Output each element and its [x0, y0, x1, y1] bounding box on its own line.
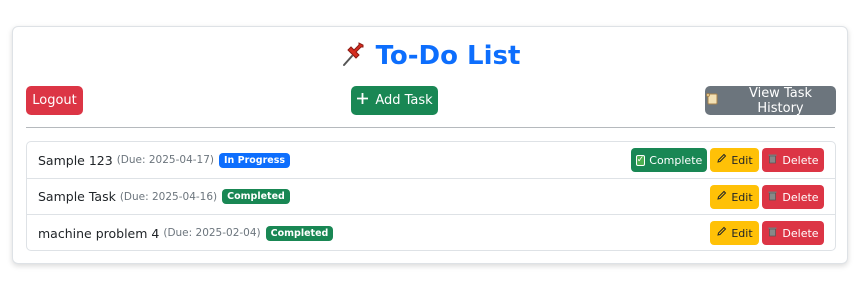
- task-actions: Edit Delete: [710, 221, 824, 245]
- trash-icon: [767, 190, 778, 204]
- status-badge: Completed: [222, 189, 290, 204]
- task-list: Sample 123 (Due: 2025-04-17) In Progress…: [26, 141, 836, 251]
- trash-icon: [767, 153, 778, 167]
- task-due-date: (Due: 2025-02-04): [163, 227, 261, 239]
- view-task-history-button[interactable]: View Task History: [705, 85, 836, 116]
- task-row: Sample 123 (Due: 2025-04-17) In Progress…: [27, 142, 835, 178]
- logout-button[interactable]: Logout: [26, 86, 83, 115]
- task-row: Sample Task (Due: 2025-04-16) Completed …: [27, 178, 835, 214]
- trash-icon: [767, 226, 778, 240]
- task-actions: ✓ Complete Edit Delete: [631, 148, 824, 172]
- status-badge: Completed: [265, 225, 334, 241]
- edit-button[interactable]: Edit: [710, 221, 759, 245]
- task-due-date: (Due: 2025-04-16): [119, 190, 218, 203]
- todo-card: To-Do List Logout Add Task View Task His…: [12, 26, 848, 264]
- title-text: To-Do List: [375, 41, 521, 71]
- edit-label: Edit: [731, 226, 753, 240]
- complete-button[interactable]: ✓ Complete: [631, 148, 707, 172]
- complete-label: Complete: [649, 153, 703, 167]
- pencil-icon: [716, 153, 727, 167]
- delete-label: Delete: [782, 190, 819, 204]
- edit-button[interactable]: Edit: [710, 185, 759, 209]
- task-name: machine problem 4: [38, 225, 160, 241]
- divider: [26, 127, 835, 128]
- pencil-icon: [716, 226, 727, 240]
- delete-button[interactable]: Delete: [762, 221, 824, 245]
- task-row: machine problem 4 (Due: 2025-02-04) Comp…: [27, 214, 835, 251]
- pencil-icon: [716, 190, 727, 204]
- task-due-date: (Due: 2025-04-17): [116, 154, 214, 166]
- plus-icon: [356, 92, 369, 109]
- delete-button[interactable]: Delete: [762, 185, 824, 209]
- page-title: To-Do List: [13, 40, 847, 76]
- edit-button[interactable]: Edit: [710, 148, 759, 172]
- delete-button[interactable]: Delete: [762, 148, 824, 172]
- task-actions: Edit Delete: [710, 185, 824, 209]
- scroll-icon: [705, 92, 719, 110]
- history-label: View Task History: [748, 85, 813, 116]
- delete-label: Delete: [782, 153, 819, 167]
- task-name: Sample Task: [38, 189, 116, 204]
- delete-label: Delete: [782, 226, 819, 240]
- logout-label: Logout: [32, 93, 77, 108]
- edit-label: Edit: [731, 153, 753, 167]
- task-name: Sample 123: [38, 152, 113, 168]
- pushpin-icon: [340, 40, 368, 76]
- checkmark-icon: ✓: [635, 154, 646, 166]
- status-badge: In Progress: [219, 152, 291, 168]
- add-task-button[interactable]: Add Task: [351, 86, 438, 115]
- add-task-label: Add Task: [375, 93, 433, 108]
- edit-label: Edit: [731, 190, 753, 204]
